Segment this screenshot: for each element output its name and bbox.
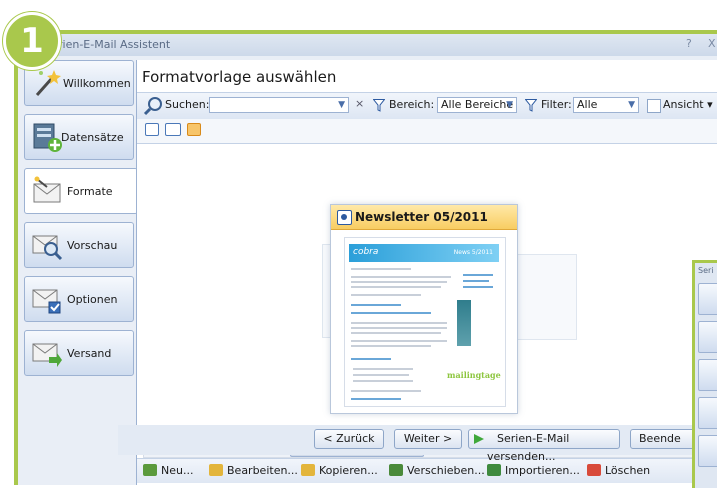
chevron-down-icon[interactable]: ▼ [338,98,345,112]
filter-select[interactable]: Alle ▼ [573,97,639,113]
overlay-window-preview: Seri [692,260,717,488]
preview-area: Newsletter 05/2011 cobra News 5/2011 mai… [137,144,717,434]
search-label: Suchen: [165,98,210,111]
overlay-title: Seri [698,266,714,275]
edit-button[interactable]: Bearbeiten... [209,464,298,477]
thumb-brand: mailingtage [447,370,501,380]
play-icon [474,434,484,444]
thumb-banner: cobra News 5/2011 [349,244,499,262]
nav-item-vorschau[interactable]: Vorschau [24,222,134,268]
view-toolbar [137,119,717,144]
envelope-options-icon [698,435,717,467]
ansicht-menu[interactable]: Ansicht ▾ [663,98,713,111]
nav-item-formate[interactable]: Formate [24,168,138,214]
ansicht-label: Ansicht [663,98,704,111]
search-input[interactable]: ▼ [209,97,349,113]
search-toolbar: Suchen: ▼ × Bereich: Alle Bereiche ▼ Fil… [137,92,717,120]
magic-wand-icon [35,70,61,96]
nav-label-datensaetze: Datensätze [61,131,124,144]
move-button[interactable]: Verschieben... [389,464,485,477]
copy-button[interactable]: Kopieren... [301,464,378,477]
clear-search-button[interactable]: × [355,97,364,110]
copy-icon [301,464,315,476]
magic-wand-icon [698,283,717,315]
search-icon [143,97,162,116]
template-icon [337,210,352,225]
copy-label: Kopieren... [319,464,378,477]
template-card-selected[interactable]: Newsletter 05/2011 cobra News 5/2011 mai… [330,204,518,414]
wizard-footer: < Zurück Weiter > Serien-E-Mail versende… [118,425,717,463]
bereich-value: Alle Bereiche [441,98,514,111]
back-button[interactable]: < Zurück [314,429,384,449]
window-title: rien-E-Mail Assistent [58,38,171,51]
close-button[interactable]: X [708,37,716,50]
filter-icon [373,99,385,112]
envelope-format-icon [698,359,717,391]
filter-value: Alle [577,98,598,111]
delete-button[interactable]: Löschen [587,464,650,477]
thumb-logo: cobra [353,247,379,257]
new-button[interactable]: Neu... [143,464,193,477]
nav-label-vorschau: Vorschau [67,239,118,252]
edit-label: Bearbeiten... [227,464,298,477]
delete-icon [587,464,601,476]
template-thumbnail: cobra News 5/2011 mailingtage [344,237,506,407]
nav-item-optionen[interactable]: Optionen [24,276,134,322]
main-content: Formatvorlage auswählen Suchen: ▼ × Bere… [136,60,717,485]
chevron-down-icon[interactable]: ▼ [506,98,513,112]
delete-label: Löschen [605,464,651,477]
envelope-preview-icon [698,397,717,429]
envelope-send-icon [32,343,62,367]
ansicht-checkbox[interactable] [647,99,661,113]
database-add-icon [698,321,717,353]
bereich-label: Bereich: [389,98,435,111]
view-single-button[interactable] [145,123,159,136]
database-add-icon [33,123,62,152]
new-label: Neu... [161,464,194,477]
envelope-preview-icon [32,235,63,261]
page-title: Formatvorlage auswählen [142,68,337,86]
ghost-card-right [515,254,577,340]
filter-label: Filter: [541,98,572,111]
filter-icon [525,99,537,112]
step-badge: 1 [3,12,61,70]
next-button[interactable]: Weiter > [394,429,462,449]
template-actions-bar: Neu... Bearbeiten... Kopieren... Verschi… [137,458,717,483]
nav-item-versand[interactable]: Versand [24,330,134,376]
nav-item-datensaetze[interactable]: Datensätze [24,114,134,160]
finish-button[interactable]: Beende [630,429,700,449]
thumb-image [457,300,471,346]
view-carousel-button[interactable] [187,123,201,136]
window-frame: rien-E-Mail Assistent ? X Willkommen Dat… [14,30,717,485]
bereich-select[interactable]: Alle Bereiche ▼ [437,97,517,113]
template-card-header: Newsletter 05/2011 [331,205,517,230]
new-icon [143,464,157,476]
move-icon [389,464,403,476]
edit-icon [209,464,223,476]
wizard-nav: Willkommen Datensätze Formate Vorschau O… [24,60,138,440]
send-button[interactable]: Serien-E-Mail versenden... [468,429,620,463]
view-double-button[interactable] [165,123,181,136]
chevron-down-icon[interactable]: ▼ [628,98,635,112]
help-button[interactable]: ? [686,37,692,50]
nav-label-optionen: Optionen [67,293,118,306]
nav-label-formate: Formate [67,185,113,198]
nav-label-versand: Versand [67,347,112,360]
envelope-options-icon [32,289,61,314]
envelope-format-icon [33,176,61,203]
move-label: Verschieben... [407,464,485,477]
title-bar: rien-E-Mail Assistent ? X [18,34,717,56]
nav-label-willkommen: Willkommen [63,77,131,90]
thumb-issue: News 5/2011 [453,249,493,256]
template-card-title: Newsletter 05/2011 [355,210,488,224]
